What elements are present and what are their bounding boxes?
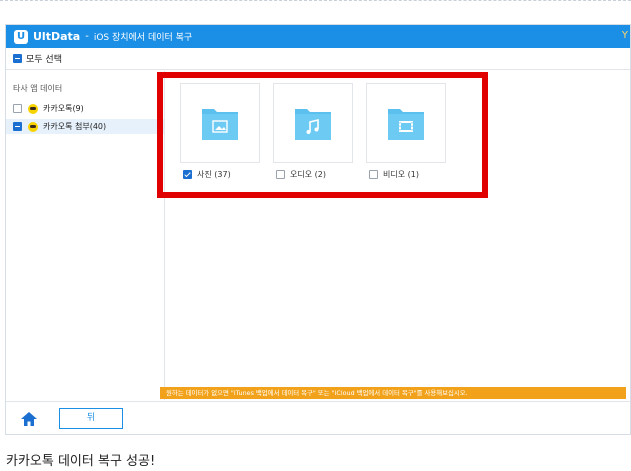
notice-banner: 원하는 데이터가 없으면 "iTunes 백업에서 데이터 복구" 또는 "iC… bbox=[160, 387, 626, 399]
kakaotalk-attachments-checkbox[interactable] bbox=[13, 122, 22, 131]
title-separator: - bbox=[85, 31, 89, 42]
kakaotalk-icon bbox=[28, 103, 38, 114]
title-bar: U UltData - iOS 장치에서 데이터 복구 Y bbox=[6, 25, 630, 48]
top-divider bbox=[0, 0, 631, 8]
home-icon[interactable] bbox=[21, 412, 37, 426]
back-button[interactable]: 뒤 bbox=[59, 408, 123, 429]
kakaotalk-checkbox[interactable] bbox=[13, 104, 22, 113]
sidebar-item-kakaotalk[interactable]: 카카오톡(9) bbox=[6, 101, 164, 116]
sidebar: 타사 앱 데이터 카카오톡(9) 카카오톡 첨부(40) bbox=[6, 71, 165, 400]
highlight-box bbox=[157, 72, 488, 198]
select-all-checkbox[interactable] bbox=[13, 54, 22, 63]
select-all-label: 모두 선택 bbox=[26, 55, 62, 65]
app-subtitle: iOS 장치에서 데이터 복구 bbox=[93, 33, 193, 43]
ultdata-logo-icon: U bbox=[14, 29, 28, 44]
bottom-bar: 뒤 bbox=[6, 401, 630, 434]
caption-text: 카카오톡 데이터 복구 성공! bbox=[6, 454, 156, 469]
app-name: UltData bbox=[33, 30, 81, 43]
sidebar-item-label: 카카오톡(9) bbox=[43, 104, 84, 113]
title-bar-right-icon[interactable]: Y bbox=[622, 30, 628, 41]
select-all-row[interactable]: 모두 선택 bbox=[6, 48, 630, 70]
sidebar-item-label: 카카오톡 첨부(40) bbox=[43, 122, 107, 131]
sidebar-item-kakaotalk-attachments[interactable]: 카카오톡 첨부(40) bbox=[6, 119, 164, 134]
kakaotalk-icon bbox=[28, 121, 38, 132]
sidebar-title: 타사 앱 데이터 bbox=[13, 84, 63, 93]
